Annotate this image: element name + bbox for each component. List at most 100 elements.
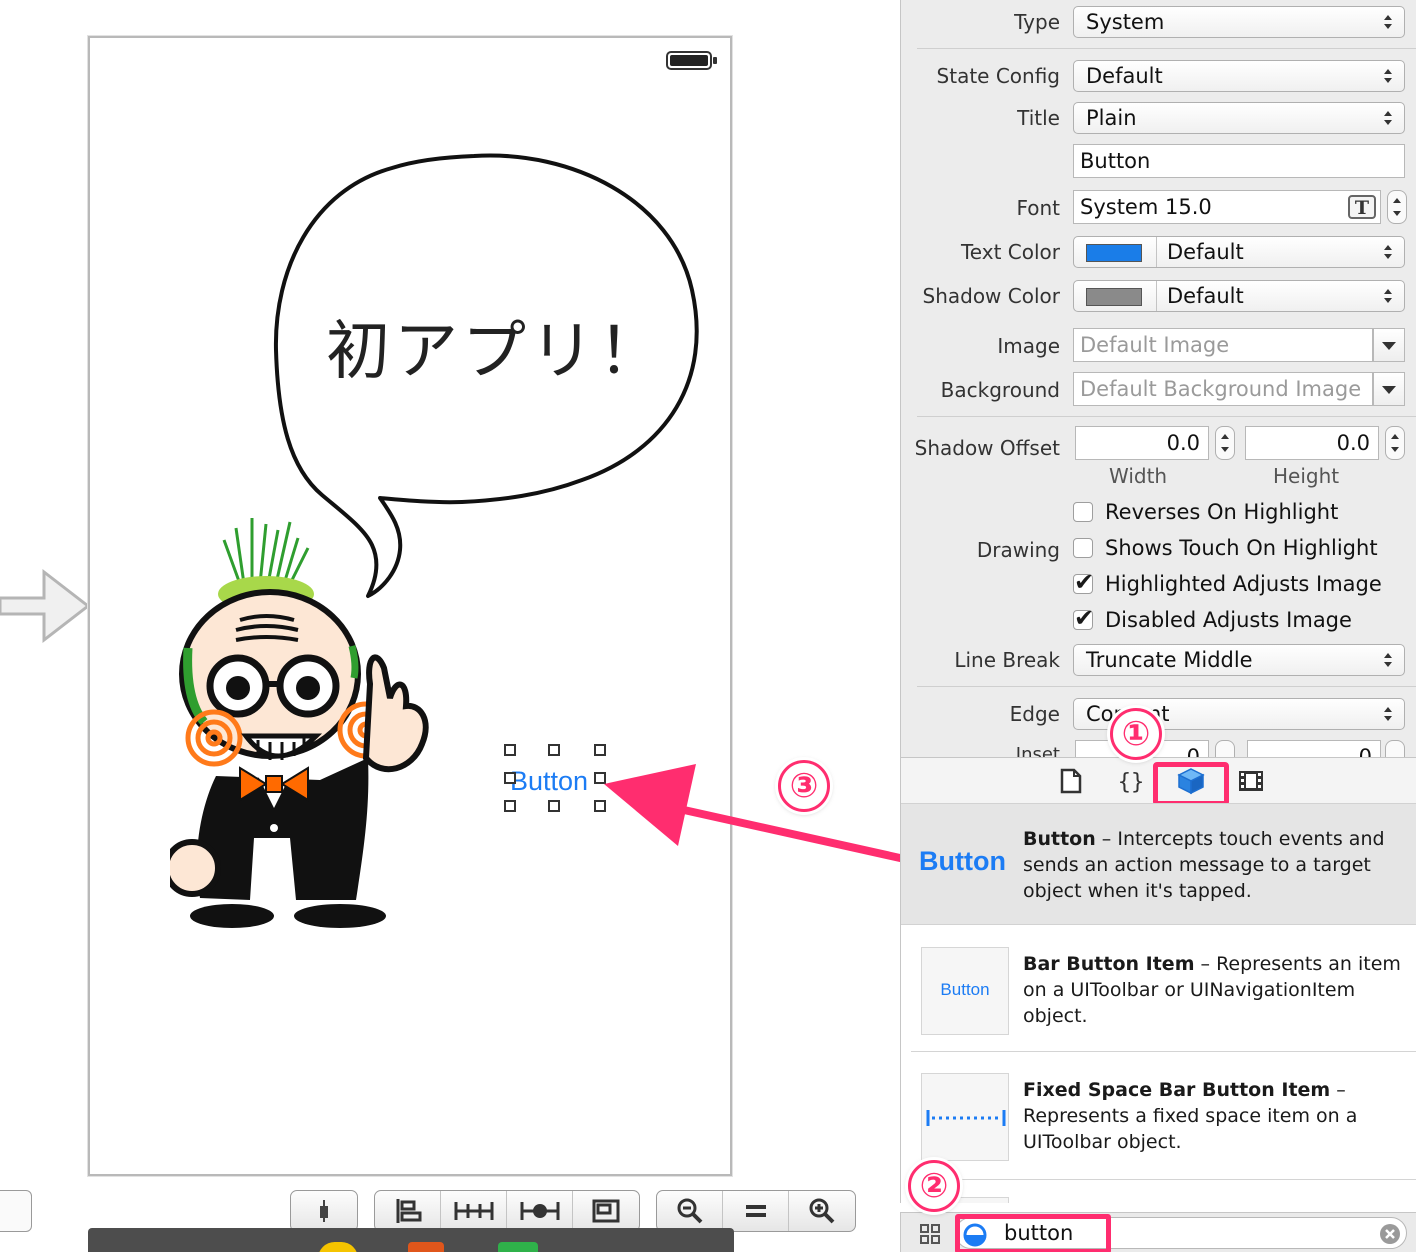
background-combo-field[interactable]: Default Background Image xyxy=(1073,372,1373,406)
inset-right-stepper[interactable] xyxy=(1385,740,1405,757)
image-dropdown-button[interactable] xyxy=(1373,328,1405,362)
shadow-offset-height-field[interactable]: 0.0 xyxy=(1245,426,1379,460)
object-library-tab-highlight xyxy=(1153,762,1229,806)
resolve-issues-button[interactable] xyxy=(291,1191,357,1231)
shadow-offset-width-field[interactable]: 0.0 xyxy=(1075,426,1209,460)
line-break-value: Truncate Middle xyxy=(1086,648,1253,672)
item-name: Bar Button Item xyxy=(1023,953,1195,975)
annotation-badge-3: ③ xyxy=(778,760,830,812)
fixed-space-thumbnail xyxy=(921,1073,1009,1161)
svg-text:T: T xyxy=(1355,197,1369,219)
title-text-field[interactable]: Button xyxy=(1073,144,1405,178)
reverses-on-highlight-checkbox[interactable] xyxy=(1073,502,1093,522)
line-break-popup[interactable]: Truncate Middle xyxy=(1073,644,1405,676)
font-field[interactable]: System 15.0 T xyxy=(1073,190,1381,224)
inset-right-field[interactable]: 0 xyxy=(1247,740,1381,757)
tab-code-snippets[interactable]: {} xyxy=(1113,764,1149,798)
svg-text:{}: {} xyxy=(1118,770,1145,795)
resizing-behavior-button[interactable] xyxy=(573,1191,639,1231)
type-label: Type xyxy=(1014,10,1060,34)
resize-handle-top-center[interactable] xyxy=(548,744,560,756)
resize-handle-bottom-left[interactable] xyxy=(504,800,516,812)
divider xyxy=(1156,281,1157,311)
edge-label: Edge xyxy=(1009,702,1060,726)
font-size-stepper[interactable] xyxy=(1387,190,1407,224)
option-label: Highlighted Adjusts Image xyxy=(1105,572,1382,596)
resolve-layout-button[interactable] xyxy=(507,1191,573,1231)
title-popup[interactable]: Plain xyxy=(1073,102,1405,134)
align-icon xyxy=(396,1199,421,1223)
inset-label: Inset xyxy=(1015,744,1060,757)
type-popup[interactable]: System xyxy=(1073,6,1405,38)
zoom-actual-button[interactable] xyxy=(723,1191,789,1231)
separator xyxy=(911,1179,1416,1180)
image-combo-field[interactable]: Default Image xyxy=(1073,328,1373,362)
item-name: Button xyxy=(1023,828,1096,850)
resize-handle-top-left[interactable] xyxy=(504,744,516,756)
list-item-description: Fixed Space Bar Button Item – Represents… xyxy=(1023,1077,1403,1155)
state-config-label: State Config xyxy=(936,64,1060,88)
clear-search-icon[interactable] xyxy=(1379,1223,1401,1245)
list-item-fixed-space-bar-button-item[interactable]: Fixed Space Bar Button Item – Represents… xyxy=(901,1061,1416,1181)
shows-touch-on-highlight-option[interactable]: Shows Touch On Highlight xyxy=(1073,536,1378,560)
drawing-label: Drawing xyxy=(976,538,1060,562)
storyboard-canvas[interactable]: 初アプリ！ Button xyxy=(0,0,922,1252)
mascot-character-image[interactable] xyxy=(170,508,450,928)
outline-toggle-button[interactable] xyxy=(0,1190,32,1232)
shadow-color-popup[interactable]: Default xyxy=(1073,280,1405,312)
exit-icon[interactable] xyxy=(498,1242,538,1252)
tab-media-library[interactable] xyxy=(1233,764,1269,798)
resolve-pin-icon xyxy=(320,1200,328,1222)
triangle-down-icon xyxy=(1382,342,1396,350)
placed-button-label: Button xyxy=(510,766,589,796)
zoom-in-button[interactable] xyxy=(789,1191,855,1231)
shows-touch-on-highlight-checkbox[interactable] xyxy=(1073,538,1093,558)
shadow-offset-height-stepper[interactable] xyxy=(1385,426,1405,460)
disabled-adjusts-image-option[interactable]: Disabled Adjusts Image xyxy=(1073,604,1352,632)
list-item-description: Bar Button Item – Represents an item on … xyxy=(1023,951,1403,1029)
separator xyxy=(917,48,1416,49)
thumbnail-label: Button xyxy=(940,980,990,999)
text-color-popup[interactable]: Default xyxy=(1073,236,1405,268)
resolve-layout-icon xyxy=(520,1202,559,1220)
resize-handle-middle-left[interactable] xyxy=(504,772,516,784)
inset-left-stepper[interactable] xyxy=(1215,740,1235,757)
background-dropdown-button[interactable] xyxy=(1373,372,1405,406)
image-label: Image xyxy=(997,334,1060,358)
updown-chevron-icon xyxy=(1384,245,1392,259)
button-thumbnail-label: Button xyxy=(919,846,1006,876)
grid-view-icon[interactable] xyxy=(919,1223,941,1245)
zoom-in-icon xyxy=(809,1198,835,1224)
updown-chevron-icon xyxy=(1384,653,1392,667)
battery-icon xyxy=(666,51,717,70)
list-item-button[interactable]: Button Button – Intercepts touch events … xyxy=(901,803,1416,925)
view-controller-scene[interactable]: 初アプリ！ Button xyxy=(88,36,732,1176)
first-responder-icon[interactable] xyxy=(408,1242,444,1252)
disabled-adjusts-image-checkbox[interactable] xyxy=(1073,604,1094,632)
updown-chevron-icon xyxy=(1384,15,1392,29)
triangle-down-icon xyxy=(1382,386,1396,394)
view-controller-icon[interactable] xyxy=(318,1242,358,1252)
font-picker-icon[interactable]: T xyxy=(1348,195,1376,219)
separator xyxy=(911,1051,1416,1052)
pin-button[interactable] xyxy=(441,1191,507,1231)
align-button[interactable] xyxy=(375,1191,441,1231)
stepper-arrows-icon xyxy=(1391,434,1399,452)
shadow-offset-label: Shadow Offset xyxy=(914,436,1060,460)
shadow-offset-width-stepper[interactable] xyxy=(1215,426,1235,460)
braces-icon: {} xyxy=(1118,770,1145,795)
item-name: Fixed Space Bar Button Item xyxy=(1023,1079,1331,1101)
film-strip-icon xyxy=(1239,771,1263,791)
placed-button[interactable]: Button xyxy=(504,744,606,812)
highlighted-adjusts-image-checkbox[interactable] xyxy=(1073,568,1094,596)
resize-handle-bottom-center[interactable] xyxy=(548,800,560,812)
highlighted-adjusts-image-option[interactable]: Highlighted Adjusts Image xyxy=(1073,568,1382,596)
shadow-color-value: Default xyxy=(1167,284,1244,308)
tab-file-templates[interactable] xyxy=(1053,764,1089,798)
text-color-value: Default xyxy=(1167,240,1244,264)
state-config-popup[interactable]: Default xyxy=(1073,60,1405,92)
zoom-out-button[interactable] xyxy=(657,1191,723,1231)
reverses-on-highlight-option[interactable]: Reverses On Highlight xyxy=(1073,500,1338,524)
list-item-bar-button-item[interactable]: Button Bar Button Item – Represents an i… xyxy=(901,935,1416,1055)
shadow-color-label: Shadow Color xyxy=(922,284,1061,308)
